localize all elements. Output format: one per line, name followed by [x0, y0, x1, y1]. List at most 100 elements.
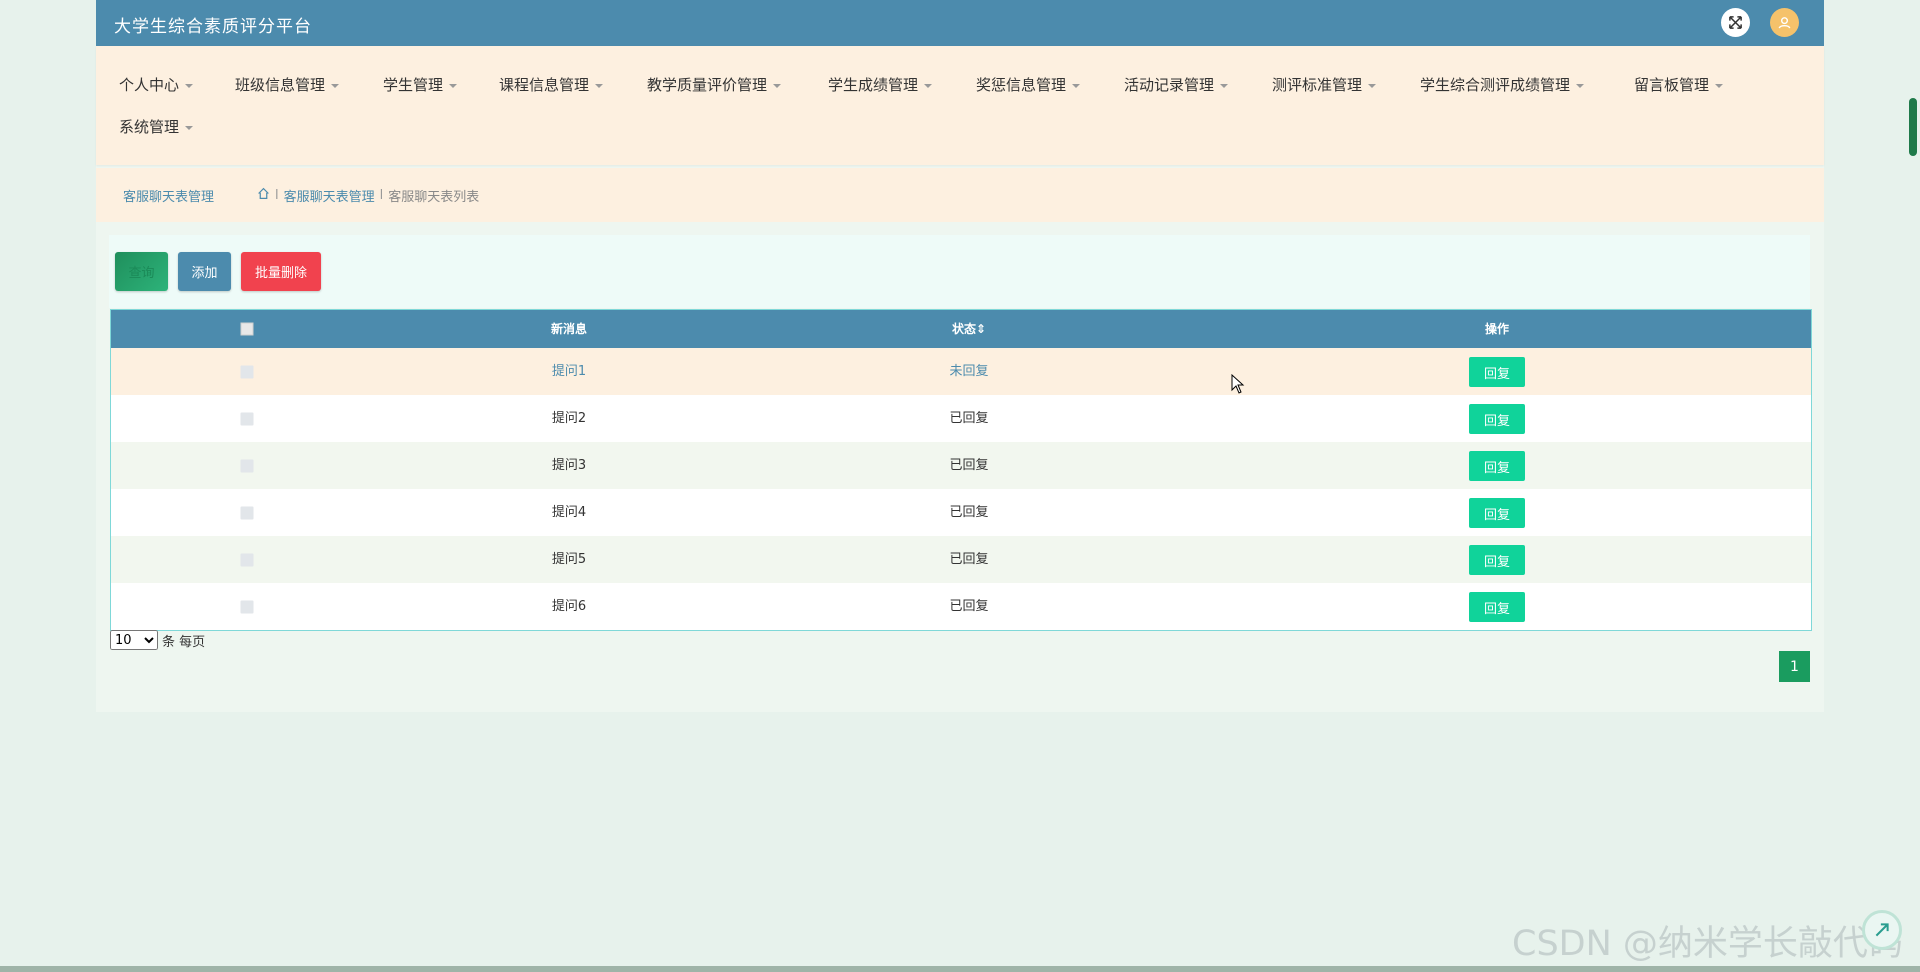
table-row: 提问2 已回复 回复 [111, 395, 1811, 442]
page-button-current[interactable]: 1 [1779, 651, 1810, 682]
page-title: 客服聊天表管理 [123, 190, 215, 205]
nav-item-label: 学生成绩管理 [828, 76, 919, 94]
nav-item-teaching-evaluation[interactable]: 教学质量评价管理 [647, 74, 782, 95]
breadcrumb-current: 客服聊天表列表 [388, 190, 480, 205]
nav-item-label: 奖惩信息管理 [976, 76, 1067, 94]
column-header-actions: 操作 [1484, 322, 1510, 336]
nav-item-personal-center[interactable]: 个人中心 [119, 74, 194, 95]
status-cell: 已回复 [949, 552, 989, 567]
chevron-down-icon [1220, 83, 1229, 88]
row-checkbox[interactable] [240, 412, 254, 426]
nav-item-label: 活动记录管理 [1124, 76, 1215, 94]
user-avatar-icon[interactable] [1770, 8, 1799, 37]
breadcrumb-separator: l [379, 188, 384, 203]
chevron-down-icon [595, 83, 604, 88]
nav-item-label: 测评标准管理 [1272, 76, 1363, 94]
home-icon[interactable] [257, 187, 270, 204]
top-bar: 大学生综合素质评分平台 [96, 0, 1824, 46]
row-checkbox[interactable] [240, 600, 254, 614]
chevron-down-icon [185, 83, 194, 88]
nav-item-label: 班级信息管理 [235, 76, 326, 94]
reply-button[interactable]: 回复 [1469, 592, 1525, 622]
nav-item-rewards[interactable]: 奖惩信息管理 [976, 74, 1081, 95]
nav-item-system[interactable]: 系统管理 [119, 116, 194, 137]
chevron-down-icon [331, 83, 340, 88]
column-header-status-label: 状态 [951, 322, 976, 336]
page-size-select[interactable]: 10 [110, 630, 158, 650]
reply-button[interactable]: 回复 [1469, 545, 1525, 575]
chevron-down-icon [924, 83, 933, 88]
message-cell: 提问6 [551, 599, 587, 614]
watermark-text: CSDN @纳米学长敲代码 [1512, 924, 1903, 964]
status-cell: 已回复 [949, 599, 989, 614]
nav-item-message-board[interactable]: 留言板管理 [1634, 74, 1724, 95]
nav-item-label: 学生管理 [383, 76, 444, 94]
message-cell: 提问2 [551, 411, 587, 426]
table-header: 新消息 状态⇕ 操作 [111, 310, 1811, 348]
app-frame: 大学生综合素质评分平台 个人中心 班级信息管理 学生管理 课程信息管理 教学质量… [96, 0, 1824, 712]
reply-button[interactable]: 回复 [1469, 404, 1525, 434]
taskbar-strip [0, 966, 1920, 972]
back-to-top-icon[interactable] [1862, 910, 1902, 950]
row-checkbox[interactable] [240, 553, 254, 567]
page-size-control: 10 条 每页 [110, 630, 205, 650]
reply-button[interactable]: 回复 [1469, 357, 1525, 387]
table-row: 提问3 已回复 回复 [111, 442, 1811, 489]
table-row: 提问1 未回复 回复 [111, 348, 1811, 395]
chevron-down-icon [1715, 83, 1724, 88]
row-checkbox[interactable] [240, 459, 254, 473]
chevron-down-icon [773, 83, 782, 88]
select-all-checkbox[interactable] [240, 322, 254, 336]
add-button[interactable]: 添加 [178, 252, 231, 291]
nav-item-label: 留言板管理 [1634, 76, 1710, 94]
status-cell: 已回复 [949, 411, 989, 426]
message-cell: 提问1 [551, 364, 587, 379]
breadcrumb: l 客服聊天表管理 l 客服聊天表列表 [257, 186, 479, 205]
nav-item-standards[interactable]: 测评标准管理 [1272, 74, 1377, 95]
nav-item-class-info[interactable]: 班级信息管理 [235, 74, 340, 95]
message-cell: 提问5 [551, 552, 587, 567]
scrollbar-thumb[interactable] [1909, 98, 1917, 156]
batch-delete-button[interactable]: 批量删除 [241, 252, 321, 291]
chevron-down-icon [185, 125, 194, 130]
nav-item-comprehensive-scores[interactable]: 学生综合测评成绩管理 [1420, 74, 1585, 95]
nav-item-grades[interactable]: 学生成绩管理 [828, 74, 933, 95]
nav-item-label: 系统管理 [119, 118, 180, 136]
reply-button[interactable]: 回复 [1469, 451, 1525, 481]
action-toolbar: 查询 添加 批量删除 [109, 235, 1810, 308]
message-cell: 提问4 [551, 505, 587, 520]
app-title: 大学生综合素质评分平台 [114, 17, 312, 37]
status-cell: 未回复 [949, 364, 989, 379]
breadcrumb-bar: 客服聊天表管理 l 客服聊天表管理 l 客服聊天表列表 [96, 168, 1824, 222]
column-header-status[interactable]: 状态⇕ [952, 310, 986, 348]
chevron-down-icon [1072, 83, 1081, 88]
status-cell: 已回复 [949, 505, 989, 520]
sort-icon[interactable]: ⇕ [976, 322, 986, 336]
table-row: 提问5 已回复 回复 [111, 536, 1811, 583]
mouse-cursor-icon [1231, 373, 1245, 398]
message-cell: 提问3 [551, 458, 587, 473]
row-checkbox[interactable] [240, 506, 254, 520]
search-button[interactable]: 查询 [115, 252, 168, 291]
per-page-label: 条 每页 [162, 634, 206, 650]
nav-item-label: 教学质量评价管理 [647, 76, 768, 94]
chat-table: 新消息 状态⇕ 操作 提问1 未回复 回复 提问2 已回复 回复 提问3 已回复… [110, 309, 1812, 631]
nav-item-label: 课程信息管理 [499, 76, 590, 94]
table-row: 提问4 已回复 回复 [111, 489, 1811, 536]
breadcrumb-link[interactable]: 客服聊天表管理 [284, 186, 375, 205]
nav-item-label: 个人中心 [119, 76, 180, 94]
chevron-down-icon [449, 83, 458, 88]
fullscreen-icon[interactable] [1721, 8, 1750, 37]
chevron-down-icon [1576, 83, 1585, 88]
nav-item-course-info[interactable]: 课程信息管理 [499, 74, 604, 95]
row-checkbox[interactable] [240, 365, 254, 379]
nav-item-label: 学生综合测评成绩管理 [1420, 76, 1571, 94]
reply-button[interactable]: 回复 [1469, 498, 1525, 528]
main-nav: 个人中心 班级信息管理 学生管理 课程信息管理 教学质量评价管理 学生成绩管理 … [96, 46, 1824, 165]
nav-item-activity-records[interactable]: 活动记录管理 [1124, 74, 1229, 95]
table-row: 提问6 已回复 回复 [111, 583, 1811, 630]
column-header-message: 新消息 [550, 322, 588, 336]
chevron-down-icon [1368, 83, 1377, 88]
status-cell: 已回复 [949, 458, 989, 473]
nav-item-students[interactable]: 学生管理 [383, 74, 458, 95]
